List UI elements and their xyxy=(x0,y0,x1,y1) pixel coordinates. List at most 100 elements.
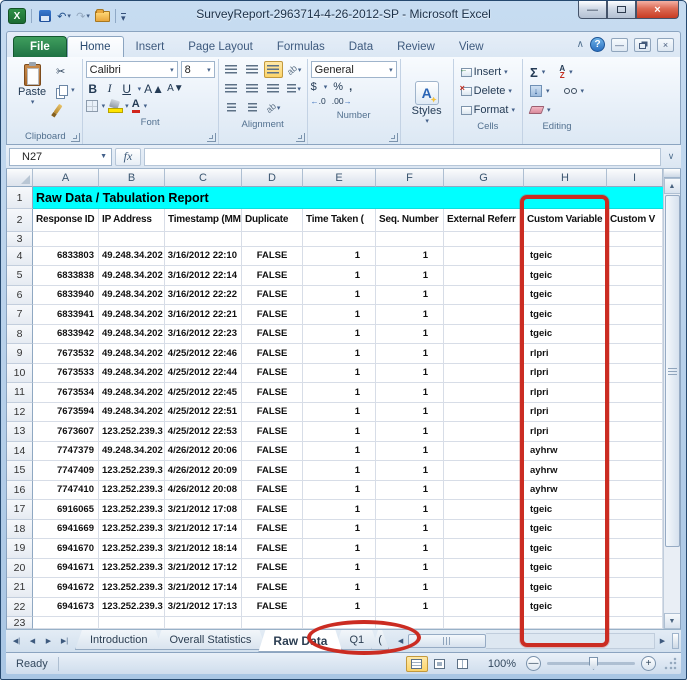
split-handle[interactable] xyxy=(664,169,681,178)
cell-seq-number[interactable]: 1 xyxy=(376,325,444,345)
cell-ip-address[interactable]: 49.248.34.202 xyxy=(99,286,165,306)
cell-duplicate[interactable]: FALSE xyxy=(242,383,303,403)
cell-ip-address[interactable]: 123.252.239.3 xyxy=(99,481,165,501)
find-select-button[interactable]: ▾ xyxy=(562,83,587,99)
cell-ip-address[interactable]: 49.248.34.202 xyxy=(99,403,165,423)
cell-timestamp[interactable]: 3/21/2012 17:14 xyxy=(165,578,242,598)
cell-external-referrer[interactable] xyxy=(444,325,524,345)
cell-time-taken[interactable]: 1 xyxy=(303,247,376,267)
cell-duplicate[interactable]: FALSE xyxy=(242,500,303,520)
cell-external-referrer[interactable] xyxy=(444,539,524,559)
dialog-launcher-icon[interactable] xyxy=(207,133,216,142)
cell-custom-variable-1[interactable]: tgeic xyxy=(524,325,607,345)
cell-custom-variable-2[interactable] xyxy=(607,325,663,345)
scroll-down-button[interactable]: ▼ xyxy=(664,613,681,629)
cell-duplicate[interactable]: FALSE xyxy=(242,344,303,364)
cell-custom-variable-2[interactable] xyxy=(607,578,663,598)
cell[interactable]: Time Taken ( xyxy=(303,209,376,232)
row-header[interactable]: 1 xyxy=(7,187,33,208)
tab-split-handle[interactable] xyxy=(672,633,679,649)
cell-custom-variable-1[interactable]: ayhrw xyxy=(524,481,607,501)
cell-custom-variable-1[interactable]: ayhrw xyxy=(524,442,607,462)
horizontal-scroll-track[interactable] xyxy=(486,633,655,649)
middle-align-button[interactable] xyxy=(243,61,262,78)
cell-time-taken[interactable]: 1 xyxy=(303,481,376,501)
help-button[interactable]: ? xyxy=(590,37,605,52)
cell-custom-variable-1[interactable]: tgeic xyxy=(524,559,607,579)
cell[interactable] xyxy=(99,617,165,629)
insert-function-button[interactable]: fx xyxy=(115,148,141,166)
scroll-left-button[interactable]: ◀ xyxy=(393,634,408,649)
cell[interactable] xyxy=(33,232,99,247)
column-header-g[interactable]: G xyxy=(444,169,524,187)
cell[interactable]: Custom V xyxy=(607,209,663,232)
cell[interactable] xyxy=(607,232,663,247)
center-button[interactable] xyxy=(243,80,262,97)
cell-custom-variable-2[interactable] xyxy=(607,422,663,442)
column-header-f[interactable]: F xyxy=(376,169,444,187)
cell-response-id[interactable]: 6833838 xyxy=(33,266,99,286)
cell[interactable]: Duplicate xyxy=(242,209,303,232)
minimize-button[interactable]: — xyxy=(578,1,607,19)
cell-ip-address[interactable]: 123.252.239.3 xyxy=(99,539,165,559)
cell-response-id[interactable]: 7673533 xyxy=(33,364,99,384)
cell-seq-number[interactable]: 1 xyxy=(376,286,444,306)
cell-external-referrer[interactable] xyxy=(444,383,524,403)
cell[interactable] xyxy=(99,232,165,247)
comma-style-button[interactable]: , xyxy=(349,81,352,93)
resize-grip-icon[interactable] xyxy=(664,657,677,670)
row-header[interactable]: 9 xyxy=(7,344,33,364)
tab-insert[interactable]: Insert xyxy=(124,37,177,57)
font-size-select[interactable]: 8▾ xyxy=(181,61,215,78)
borders-button[interactable] xyxy=(86,100,98,112)
cell-seq-number[interactable]: 1 xyxy=(376,403,444,423)
cell-duplicate[interactable]: FALSE xyxy=(242,364,303,384)
cell-time-taken[interactable]: 1 xyxy=(303,520,376,540)
top-align-button[interactable] xyxy=(222,61,241,78)
cell-time-taken[interactable]: 1 xyxy=(303,578,376,598)
cell-timestamp[interactable]: 3/16/2012 22:22 xyxy=(165,286,242,306)
row-header[interactable]: 14 xyxy=(7,442,33,462)
cell-custom-variable-1[interactable]: tgeic xyxy=(524,539,607,559)
cell-duplicate[interactable]: FALSE xyxy=(242,578,303,598)
cell-custom-variable-2[interactable] xyxy=(607,461,663,481)
percent-style-button[interactable]: % xyxy=(333,81,343,93)
cell-seq-number[interactable]: 1 xyxy=(376,422,444,442)
scroll-up-button[interactable]: ▲ xyxy=(664,178,681,194)
cell-custom-variable-1[interactable]: tgeic xyxy=(524,305,607,325)
cell-duplicate[interactable]: FALSE xyxy=(242,247,303,267)
column-header-h[interactable]: H xyxy=(524,169,607,187)
cell-custom-variable-1[interactable]: tgeic xyxy=(524,500,607,520)
cell-seq-number[interactable]: 1 xyxy=(376,598,444,618)
page-break-view-button[interactable] xyxy=(452,656,474,672)
cell-ip-address[interactable]: 123.252.239.3 xyxy=(99,520,165,540)
cell-external-referrer[interactable] xyxy=(444,500,524,520)
cell-seq-number[interactable]: 1 xyxy=(376,559,444,579)
row-header[interactable]: 22 xyxy=(7,598,33,618)
format-cells-button[interactable]: Format▾ xyxy=(459,102,517,118)
cell-external-referrer[interactable] xyxy=(444,559,524,579)
cell-duplicate[interactable]: FALSE xyxy=(242,559,303,579)
cell-ip-address[interactable]: 49.248.34.202 xyxy=(99,364,165,384)
row-header[interactable]: 13 xyxy=(7,422,33,442)
cell-response-id[interactable]: 6941670 xyxy=(33,539,99,559)
cell-time-taken[interactable]: 1 xyxy=(303,364,376,384)
cell-time-taken[interactable]: 1 xyxy=(303,305,376,325)
row-header[interactable]: 6 xyxy=(7,286,33,306)
cell-custom-variable-1[interactable]: tgeic xyxy=(524,520,607,540)
row-header[interactable]: 4 xyxy=(7,247,33,267)
cell-timestamp[interactable]: 4/25/2012 22:51 xyxy=(165,403,242,423)
cell-seq-number[interactable]: 1 xyxy=(376,344,444,364)
previous-sheet-button[interactable]: ◀ xyxy=(25,634,40,649)
column-header-i[interactable]: I xyxy=(607,169,663,187)
row-header[interactable]: 21 xyxy=(7,578,33,598)
cell-time-taken[interactable]: 1 xyxy=(303,598,376,618)
cell-time-taken[interactable]: 1 xyxy=(303,325,376,345)
column-header-e[interactable]: E xyxy=(303,169,376,187)
first-sheet-button[interactable]: ◀| xyxy=(9,634,24,649)
orientation-button[interactable]: ab▾ xyxy=(285,61,304,78)
cell-external-referrer[interactable] xyxy=(444,344,524,364)
zoom-level[interactable]: 100% xyxy=(488,658,516,670)
column-header-c[interactable]: C xyxy=(165,169,242,187)
cell[interactable] xyxy=(524,617,607,629)
